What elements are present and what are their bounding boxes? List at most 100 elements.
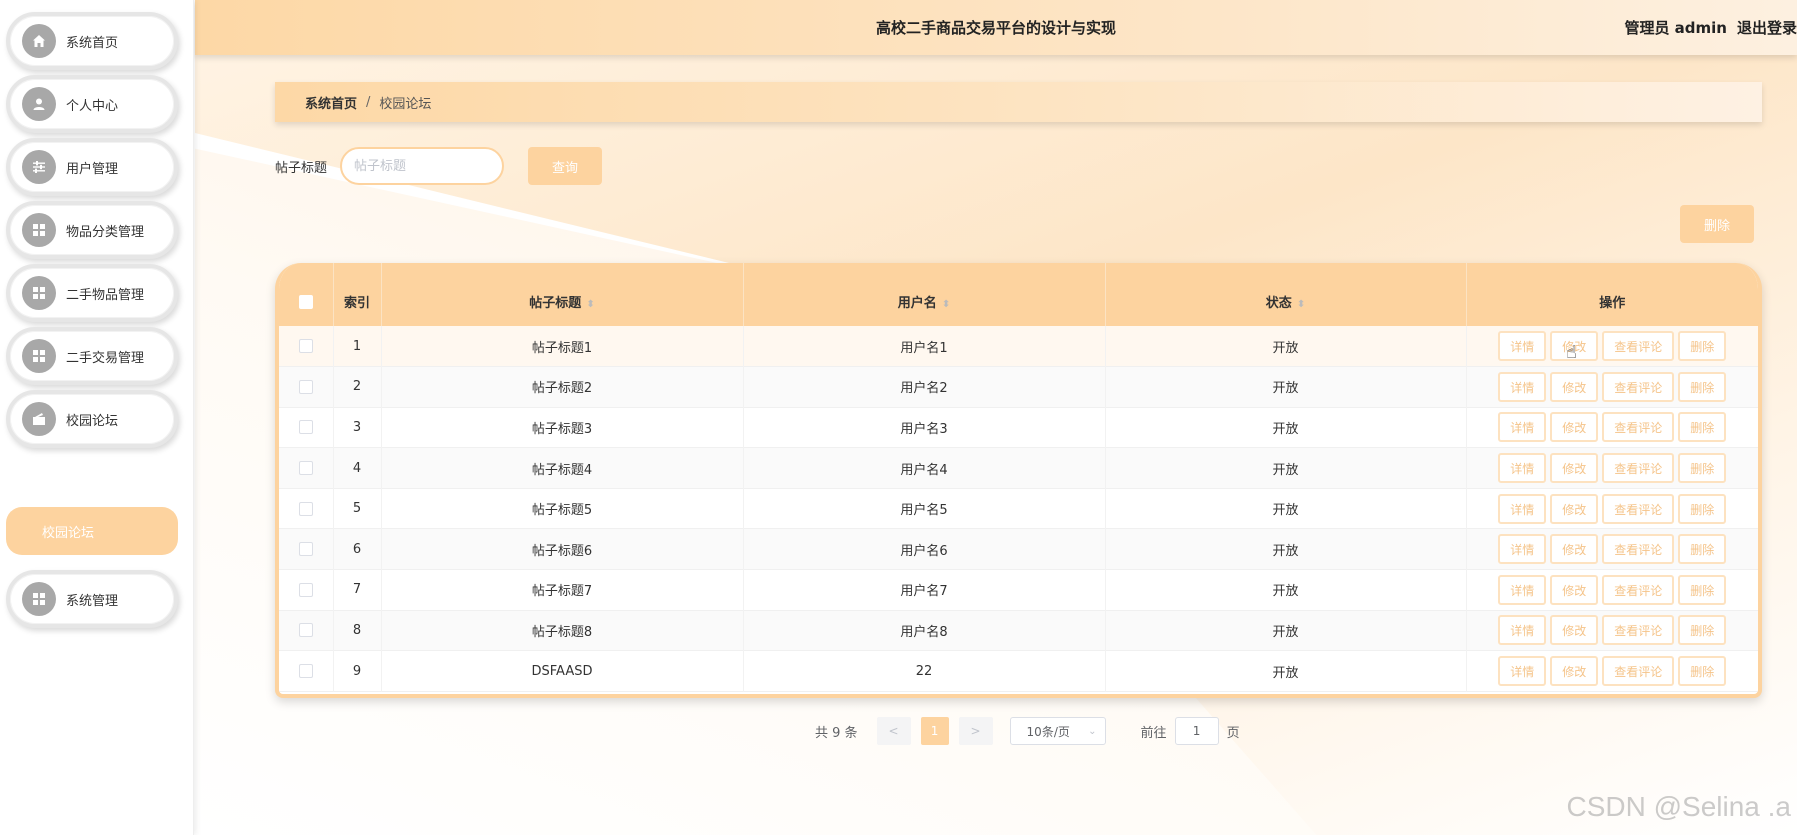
sidebar-item-item-management[interactable]: 二手物品管理 bbox=[6, 264, 178, 322]
jump-page-input[interactable] bbox=[1174, 717, 1219, 745]
cell-actions: 详情 修改 查看评论 删除 bbox=[1466, 529, 1758, 570]
view-comments-button[interactable]: 查看评论 bbox=[1602, 453, 1675, 484]
cell-index: 6 bbox=[333, 528, 382, 570]
sort-icon[interactable]: ⬍ bbox=[942, 299, 950, 310]
user-area: 管理员 admin 退出登录 bbox=[1624, 17, 1797, 38]
detail-button[interactable]: 详情 bbox=[1498, 493, 1547, 524]
app-title: 高校二手商品交易平台的设计与实现 bbox=[875, 19, 1116, 37]
row-checkbox[interactable] bbox=[298, 664, 313, 679]
sidebar-item-trade-management[interactable]: 二手交易管理 bbox=[6, 327, 178, 385]
search-label: 帖子标题 bbox=[275, 161, 328, 176]
view-comments-button[interactable]: 查看评论 bbox=[1602, 615, 1675, 646]
batch-delete-button[interactable]: 删除 bbox=[1680, 205, 1754, 243]
edit-button[interactable]: 修改 bbox=[1550, 453, 1599, 484]
edit-button[interactable]: 修改 bbox=[1550, 615, 1599, 646]
sidebar-item-user-management[interactable]: 用户管理 bbox=[6, 138, 178, 196]
page-size-select[interactable]: 10条/页 ⌄ bbox=[1009, 717, 1106, 745]
table-header-row: 索引 帖子标题 ⬍ 用户名 ⬍ 状态 ⬍ 操作 bbox=[279, 263, 1758, 326]
row-checkbox[interactable] bbox=[298, 339, 313, 354]
detail-button[interactable]: 详情 bbox=[1498, 371, 1547, 402]
view-comments-button[interactable]: 查看评论 bbox=[1602, 371, 1675, 402]
delete-button[interactable]: 删除 bbox=[1678, 574, 1727, 605]
sort-icon[interactable]: ⬍ bbox=[586, 299, 594, 310]
row-checkbox[interactable] bbox=[298, 501, 313, 516]
sidebar-item-forum[interactable]: 校园论坛 bbox=[6, 390, 178, 448]
prev-page-button[interactable]: < bbox=[876, 717, 911, 745]
cell-status: 开放 bbox=[1105, 407, 1467, 448]
edit-button[interactable]: 修改 bbox=[1550, 493, 1599, 524]
sidebar-item-label: 用户管理 bbox=[66, 161, 119, 177]
cell-status: 开放 bbox=[1105, 488, 1467, 529]
delete-button[interactable]: 删除 bbox=[1678, 412, 1727, 443]
edit-button[interactable]: 修改 bbox=[1550, 574, 1599, 605]
delete-button[interactable]: 删除 bbox=[1678, 615, 1727, 646]
column-header-status-label: 状态 bbox=[1265, 296, 1292, 311]
detail-button[interactable]: 详情 bbox=[1498, 453, 1547, 484]
column-header-status[interactable]: 状态 ⬍ bbox=[1105, 263, 1467, 326]
cell-index: 7 bbox=[333, 569, 382, 611]
breadcrumb-current: 校园论坛 bbox=[379, 96, 432, 112]
view-comments-button[interactable]: 查看评论 bbox=[1602, 331, 1675, 362]
page-number-button[interactable]: 1 bbox=[920, 717, 949, 745]
detail-button[interactable]: 详情 bbox=[1498, 331, 1547, 362]
submenu-item-forum[interactable]: 校园论坛 bbox=[6, 507, 178, 555]
column-header-title[interactable]: 帖子标题 ⬍ bbox=[381, 263, 744, 326]
cell-username: 用户名6 bbox=[743, 528, 1106, 570]
edit-button[interactable]: 修改 bbox=[1550, 371, 1599, 402]
cell-status: 开放 bbox=[1105, 366, 1467, 408]
row-checkbox[interactable] bbox=[298, 542, 313, 557]
sidebar-item-label: 二手交易管理 bbox=[66, 350, 145, 366]
cell-title: 帖子标题4 bbox=[381, 447, 744, 489]
table-row: 6 帖子标题6 用户名6 开放 详情 修改 查看评论 删除 bbox=[279, 528, 1758, 570]
table-row: 9 DSFAASD 22 开放 详情 修改 查看评论 删除 bbox=[279, 650, 1758, 692]
view-comments-button[interactable]: 查看评论 bbox=[1602, 534, 1675, 565]
forum-table: 索引 帖子标题 ⬍ 用户名 ⬍ 状态 ⬍ 操作 1 帖子标题1 用户名1 开放 详情修… bbox=[275, 263, 1762, 698]
row-checkbox[interactable] bbox=[298, 420, 313, 435]
sidebar-item-personal-center[interactable]: 个人中心 bbox=[6, 75, 178, 133]
view-comments-button[interactable]: 查看评论 bbox=[1602, 574, 1675, 605]
sidebar-item-home[interactable]: 系统首页 bbox=[6, 12, 178, 70]
delete-button[interactable]: 删除 bbox=[1678, 331, 1727, 362]
view-comments-button[interactable]: 查看评论 bbox=[1602, 493, 1675, 524]
select-all-checkbox[interactable] bbox=[298, 294, 313, 309]
query-button[interactable]: 查询 bbox=[528, 147, 602, 185]
sidebar-item-system-management[interactable]: 系统管理 bbox=[6, 570, 178, 628]
delete-button[interactable]: 删除 bbox=[1678, 371, 1727, 402]
logout-link[interactable]: 退出登录 bbox=[1737, 19, 1797, 37]
breadcrumb-home[interactable]: 系统首页 bbox=[305, 93, 357, 112]
view-comments-button[interactable]: 查看评论 bbox=[1602, 656, 1675, 687]
sidebar-item-category-management[interactable]: 物品分类管理 bbox=[6, 201, 178, 259]
detail-button[interactable]: 详情 bbox=[1498, 412, 1547, 443]
column-header-username[interactable]: 用户名 ⬍ bbox=[743, 263, 1106, 326]
cell-title: 帖子标题2 bbox=[381, 366, 744, 408]
delete-button[interactable]: 删除 bbox=[1678, 534, 1727, 565]
detail-button[interactable]: 详情 bbox=[1498, 574, 1547, 605]
table-row: 3 帖子标题3 用户名3 开放 详情 修改 查看评论 删除 bbox=[279, 407, 1758, 448]
column-header-username-label: 用户名 bbox=[897, 296, 937, 311]
cell-username: 用户名4 bbox=[743, 447, 1106, 489]
sort-icon[interactable]: ⬍ bbox=[1297, 299, 1305, 310]
breadcrumb: 系统首页 / 校园论坛 bbox=[275, 82, 1762, 122]
detail-button[interactable]: 详情 bbox=[1498, 534, 1547, 565]
row-checkbox[interactable] bbox=[298, 379, 313, 394]
page-size-value: 10条/页 bbox=[1026, 724, 1070, 739]
detail-button[interactable]: 详情 bbox=[1498, 656, 1547, 687]
delete-button[interactable]: 删除 bbox=[1678, 453, 1727, 484]
delete-button[interactable]: 删除 bbox=[1678, 656, 1727, 687]
delete-button[interactable]: 删除 bbox=[1678, 493, 1727, 524]
edit-button[interactable]: 修改 bbox=[1550, 412, 1599, 443]
edit-button[interactable]: 修改 bbox=[1550, 656, 1599, 687]
row-checkbox[interactable] bbox=[298, 623, 313, 638]
edit-button[interactable]: 修改 bbox=[1550, 534, 1599, 565]
cell-status: 开放 bbox=[1105, 326, 1467, 367]
search-input[interactable] bbox=[340, 147, 504, 185]
row-checkbox[interactable] bbox=[298, 461, 313, 476]
cell-index: 4 bbox=[333, 447, 382, 489]
cell-index: 5 bbox=[333, 488, 382, 529]
cell-username: 用户名7 bbox=[743, 569, 1106, 611]
view-comments-button[interactable]: 查看评论 bbox=[1602, 412, 1675, 443]
detail-button[interactable]: 详情 bbox=[1498, 615, 1547, 646]
cell-index: 2 bbox=[333, 366, 382, 408]
row-checkbox[interactable] bbox=[298, 582, 313, 597]
next-page-button[interactable]: > bbox=[958, 717, 993, 745]
